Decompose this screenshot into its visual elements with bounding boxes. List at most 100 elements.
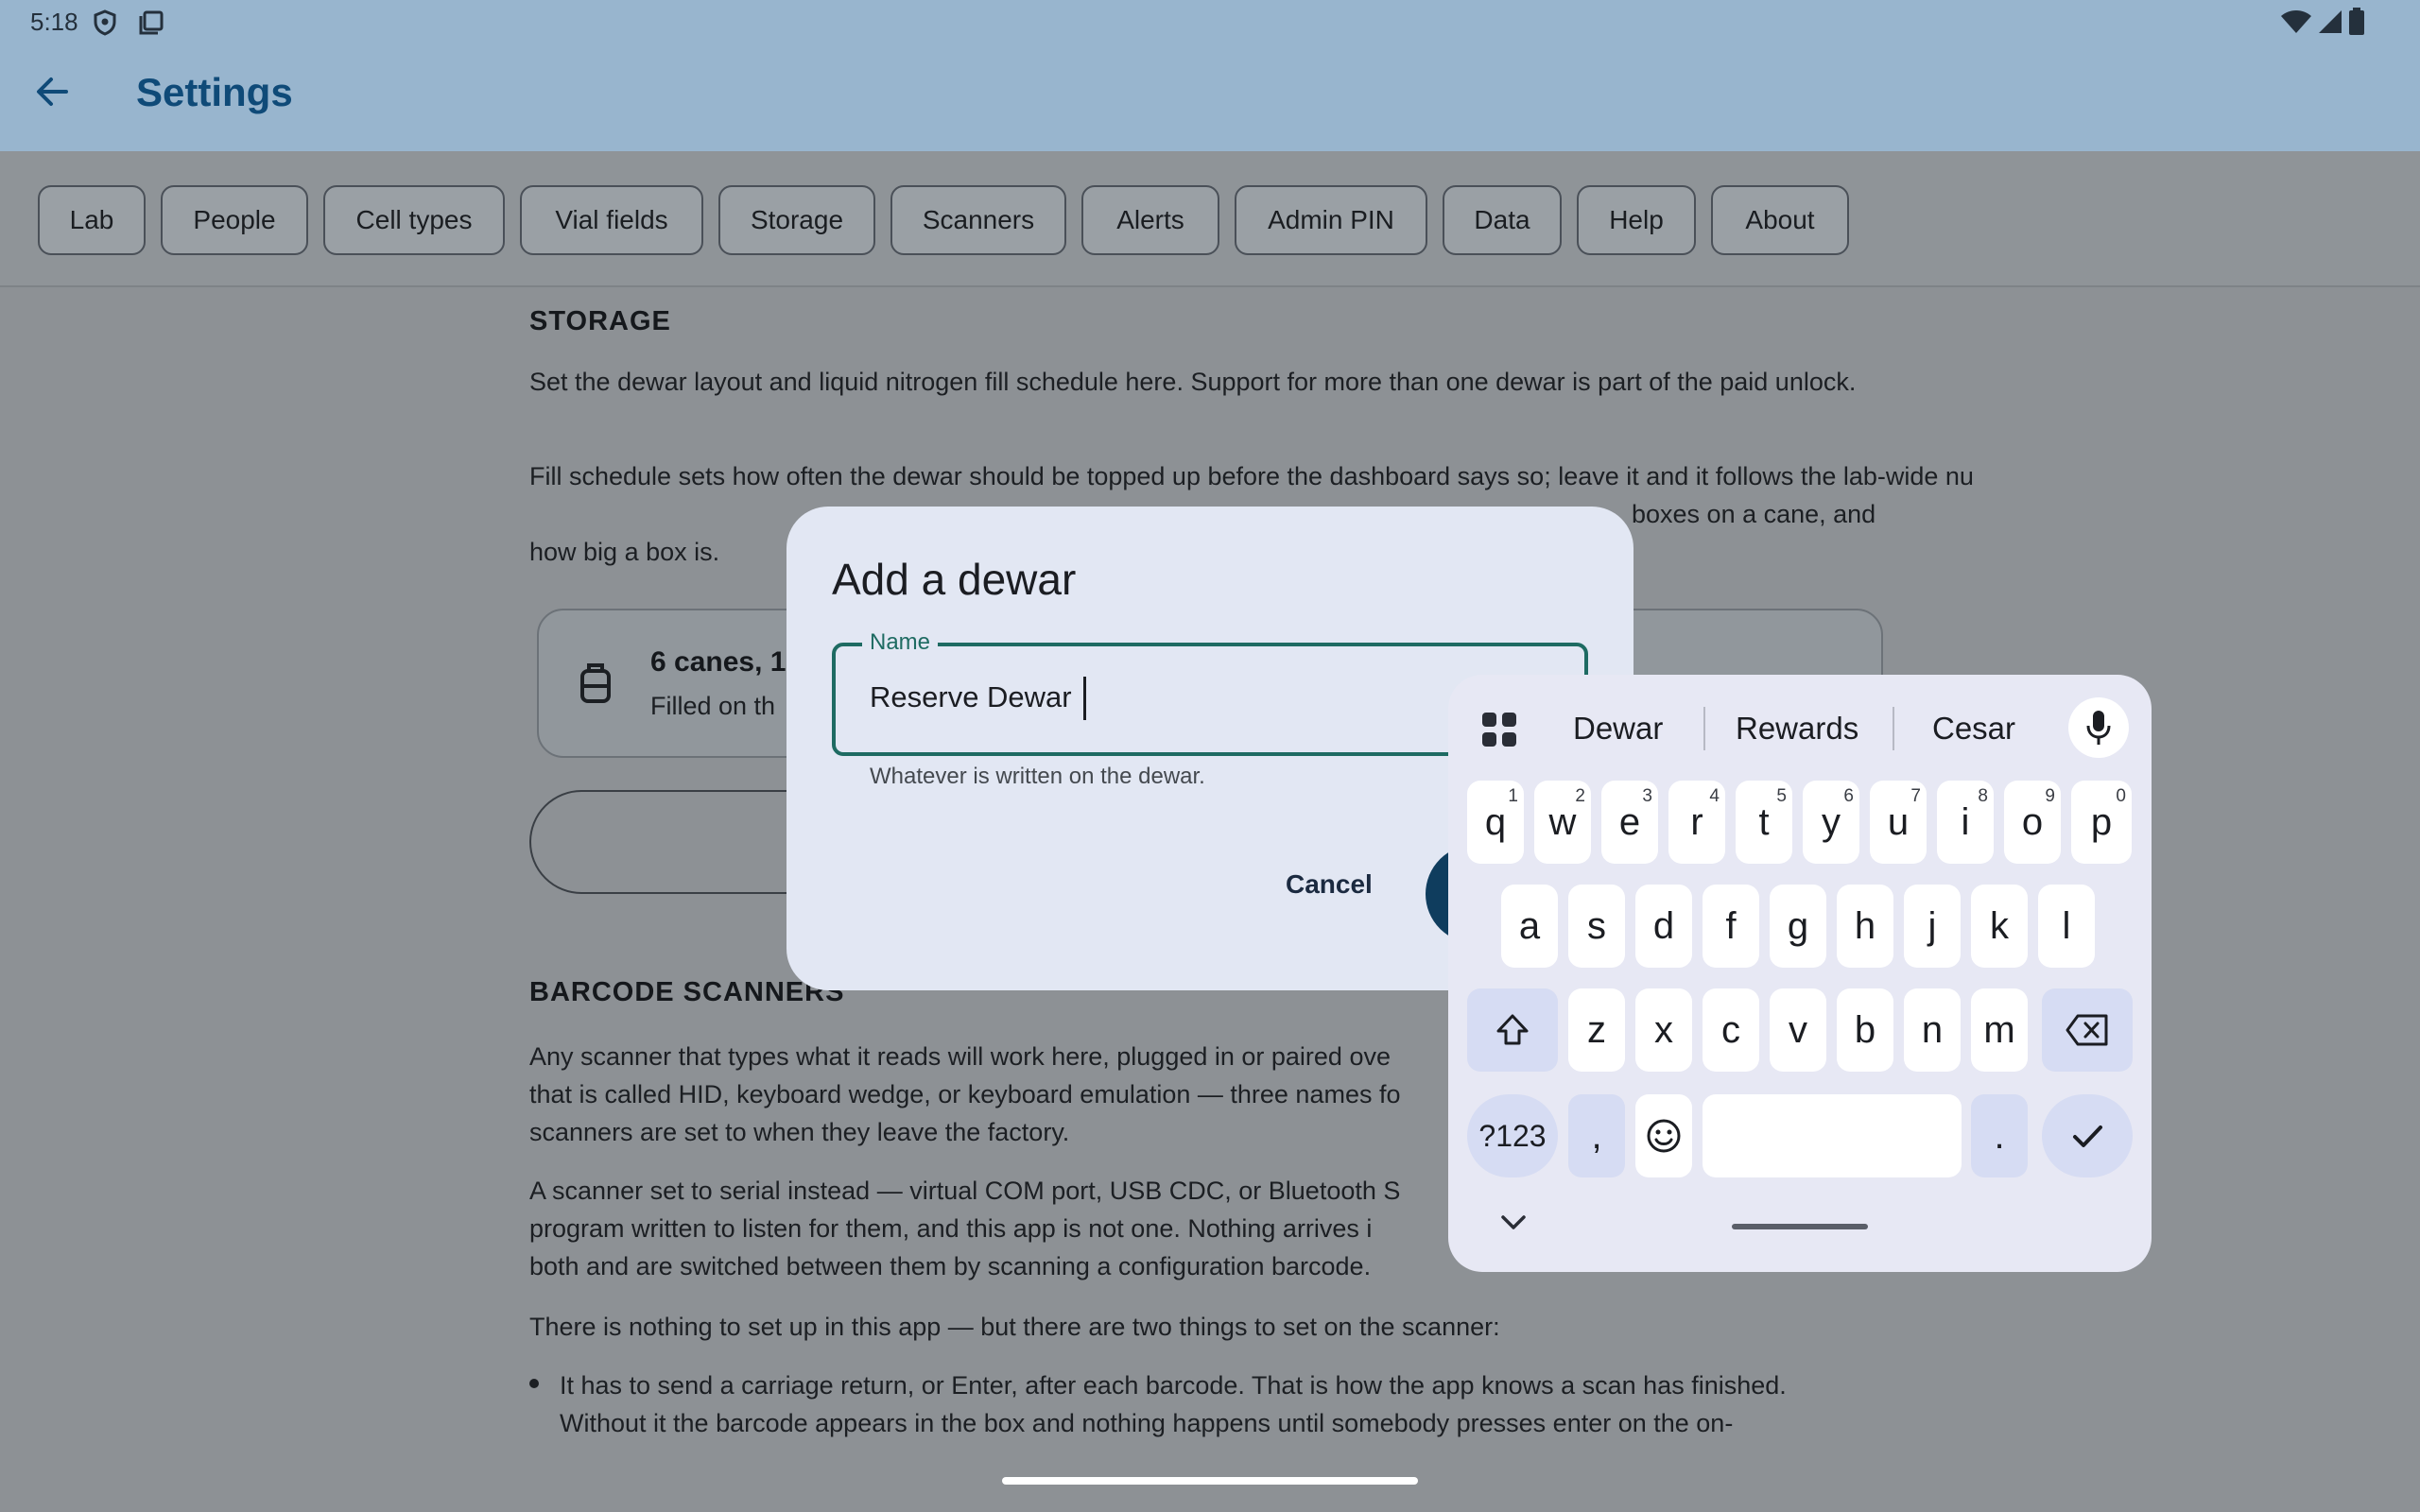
key-z[interactable]: z bbox=[1568, 988, 1625, 1072]
storage-intro: Set the dewar layout and liquid nitrogen… bbox=[529, 368, 1857, 396]
tab-admin-pin[interactable]: Admin PIN bbox=[1235, 185, 1427, 255]
key-l[interactable]: l bbox=[2038, 885, 2095, 968]
key-u[interactable]: u7 bbox=[1870, 781, 1927, 864]
dewar-card-title: 6 canes, 1 bbox=[650, 646, 786, 678]
key-v[interactable]: v bbox=[1770, 988, 1826, 1072]
key-hint: 4 bbox=[1709, 786, 1720, 806]
key-p[interactable]: p0 bbox=[2071, 781, 2132, 864]
storage-schedule-text-cont: boxes on a cane, and bbox=[1632, 500, 1876, 528]
status-time: 5:18 bbox=[30, 8, 78, 36]
key-q[interactable]: q1 bbox=[1467, 781, 1524, 864]
key-label: e bbox=[1618, 800, 1641, 843]
scanners-bullet-1a: It has to send a carriage return, or Ent… bbox=[560, 1371, 1787, 1400]
keyboard-drag-handle[interactable] bbox=[1732, 1224, 1868, 1229]
key-n[interactable]: n bbox=[1904, 988, 1961, 1072]
backspace-key[interactable] bbox=[2042, 988, 2133, 1072]
dewar-card-subtitle: Filled on th bbox=[650, 692, 776, 720]
suggestion-3[interactable]: Cesar bbox=[1932, 711, 2015, 747]
back-arrow-icon[interactable] bbox=[28, 68, 76, 115]
key-f[interactable]: f bbox=[1703, 885, 1759, 968]
period-key[interactable]: . bbox=[1971, 1094, 2028, 1177]
dewar-name-label: Name bbox=[862, 629, 939, 656]
key-hint: 6 bbox=[1843, 786, 1854, 806]
key-c[interactable]: c bbox=[1703, 988, 1759, 1072]
key-a[interactable]: a bbox=[1501, 885, 1558, 968]
tab-storage[interactable]: Storage bbox=[718, 185, 875, 255]
tab-vial-fields[interactable]: Vial fields bbox=[520, 185, 703, 255]
key-label: o bbox=[2021, 800, 2044, 843]
key-h[interactable]: h bbox=[1837, 885, 1893, 968]
dewar-name-value[interactable]: Reserve Dewar bbox=[870, 680, 1072, 714]
cancel-button[interactable]: Cancel bbox=[1286, 869, 1373, 900]
key-label: t bbox=[1758, 800, 1770, 843]
tab-cell-types[interactable]: Cell types bbox=[323, 185, 505, 255]
key-i[interactable]: i8 bbox=[1937, 781, 1994, 864]
key-k[interactable]: k bbox=[1971, 885, 2028, 968]
key-b[interactable]: b bbox=[1837, 988, 1893, 1072]
space-key[interactable] bbox=[1703, 1094, 1962, 1177]
suggestion-2[interactable]: Rewards bbox=[1736, 711, 1858, 747]
suggestion-1[interactable]: Dewar bbox=[1573, 711, 1663, 747]
bullet-dot bbox=[529, 1379, 539, 1388]
comma-key[interactable]: , bbox=[1568, 1094, 1625, 1177]
wifi-icon bbox=[2281, 10, 2311, 33]
shift-key[interactable] bbox=[1467, 988, 1558, 1072]
key-label: w bbox=[1548, 800, 1577, 843]
key-hint: 7 bbox=[1910, 786, 1921, 806]
tab-lab[interactable]: Lab bbox=[38, 185, 146, 255]
shield-status-icon bbox=[94, 9, 116, 36]
microphone-icon bbox=[2086, 711, 2111, 745]
tab-about[interactable]: About bbox=[1711, 185, 1849, 255]
screenshot-status-icon bbox=[139, 10, 164, 35]
dialog-title: Add a dewar bbox=[832, 555, 1077, 604]
on-screen-keyboard bbox=[1448, 675, 2152, 1272]
key-r[interactable]: r4 bbox=[1668, 781, 1725, 864]
tab-data[interactable]: Data bbox=[1443, 185, 1562, 255]
apps-grid-icon[interactable] bbox=[1480, 711, 1518, 748]
storage-schedule-text: Fill schedule sets how often the dewar s… bbox=[529, 462, 1974, 490]
symbols-key[interactable]: ?123 bbox=[1467, 1094, 1558, 1177]
tab-help[interactable]: Help bbox=[1577, 185, 1696, 255]
key-hint: 8 bbox=[1978, 786, 1988, 806]
tab-alerts[interactable]: Alerts bbox=[1081, 185, 1219, 255]
key-g[interactable]: g bbox=[1770, 885, 1826, 968]
app-bar bbox=[0, 0, 2420, 151]
hide-keyboard-icon[interactable] bbox=[1497, 1211, 1530, 1234]
tab-people[interactable]: People bbox=[161, 185, 308, 255]
key-j[interactable]: j bbox=[1904, 885, 1961, 968]
suggestion-divider bbox=[1703, 707, 1705, 750]
key-hint: 0 bbox=[2116, 786, 2126, 806]
key-label: y bbox=[1822, 800, 1841, 843]
key-hint: 3 bbox=[1642, 786, 1652, 806]
scanners-text-3: There is nothing to set up in this app —… bbox=[529, 1313, 1500, 1341]
key-e[interactable]: e3 bbox=[1601, 781, 1658, 864]
key-t[interactable]: t5 bbox=[1736, 781, 1792, 864]
storage-heading: STORAGE bbox=[529, 306, 671, 336]
tab-scanners[interactable]: Scanners bbox=[890, 185, 1066, 255]
key-label: p bbox=[2090, 800, 2113, 843]
key-label: i bbox=[1961, 800, 1970, 843]
key-m[interactable]: m bbox=[1971, 988, 2028, 1072]
key-y[interactable]: y6 bbox=[1803, 781, 1859, 864]
key-hint: 5 bbox=[1776, 786, 1787, 806]
dewar-icon bbox=[580, 663, 611, 703]
emoji-key[interactable] bbox=[1635, 1094, 1692, 1177]
key-x[interactable]: x bbox=[1635, 988, 1692, 1072]
key-label: q bbox=[1484, 800, 1507, 843]
emoji-icon bbox=[1647, 1119, 1681, 1153]
page-title: Settings bbox=[136, 70, 293, 114]
key-d[interactable]: d bbox=[1635, 885, 1692, 968]
gesture-nav-handle[interactable] bbox=[1002, 1477, 1418, 1485]
text-caret bbox=[1083, 677, 1086, 720]
dewar-name-helper: Whatever is written on the dewar. bbox=[870, 764, 1205, 789]
backspace-icon bbox=[2066, 1014, 2108, 1046]
shift-icon bbox=[1496, 1014, 1529, 1045]
scanners-heading: BARCODE SCANNERS bbox=[529, 977, 845, 1007]
key-s[interactable]: s bbox=[1568, 885, 1625, 968]
key-w[interactable]: w2 bbox=[1534, 781, 1591, 864]
cell-signal-icon bbox=[2319, 10, 2342, 33]
key-hint: 1 bbox=[1508, 786, 1518, 806]
scanners-bullet-1b: Without it the barcode appears in the bo… bbox=[560, 1409, 1734, 1437]
done-key[interactable] bbox=[2042, 1094, 2133, 1177]
key-o[interactable]: o9 bbox=[2004, 781, 2061, 864]
